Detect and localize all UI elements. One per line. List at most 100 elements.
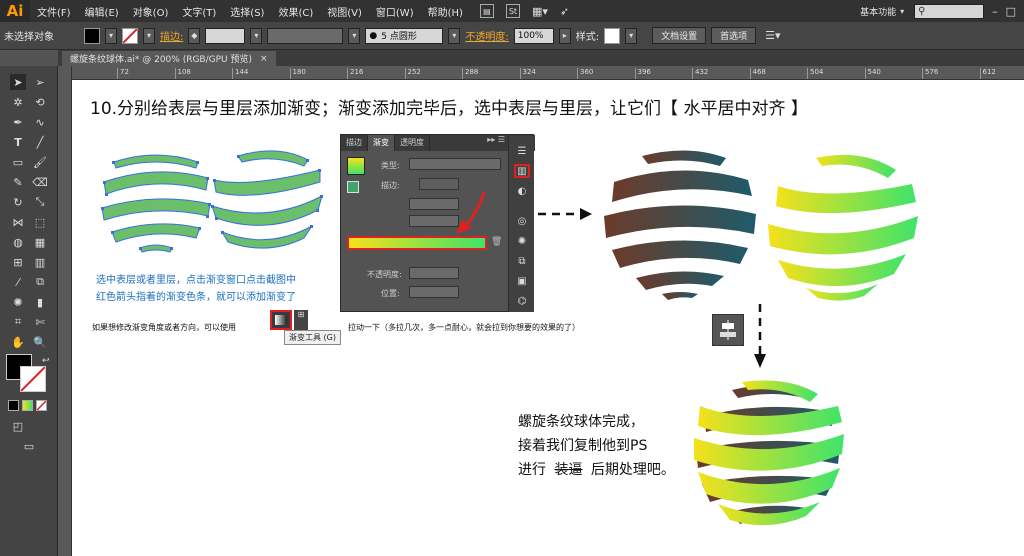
screen-mode-icon[interactable]: ▭ [21,438,37,454]
brush-dropdown[interactable]: ▾ [448,27,461,44]
dashed-arrow-down [754,304,766,368]
free-transform-tool-icon[interactable]: ⬚ [32,214,48,230]
menu-effect[interactable]: 效果(C) [271,4,320,19]
style-label: 样式: [575,32,600,43]
panel-menu-icon[interactable]: ☰▾ [765,29,780,42]
arrange-documents-icon[interactable]: ▦▾ [532,5,548,18]
menu-select[interactable]: 选择(S) [223,4,271,19]
tab-stroke: 描边 [341,135,368,151]
selection-tool-icon[interactable]: ➤ [10,74,26,90]
minimize-button[interactable]: – [992,5,998,18]
column-graph-tool-icon[interactable]: ▮ [32,294,48,310]
completion-caption: 螺旋条纹球体完成， 接着我们复制他到PS 进行 装逼 后期处理吧。 [518,410,675,482]
document-setup-button[interactable]: 文档设置 [652,27,707,44]
workspace-switcher[interactable]: 基本功能 [860,5,896,18]
opacity-label[interactable]: 不透明度: [465,28,508,43]
horizontal-ruler: 72 108 144 180 216 252 288 324 360 396 432 468 504 54… [72,66,1024,80]
stroke-weight-label[interactable]: 描边: [160,28,183,43]
eyedropper-tool-icon[interactable]: ⁄ [10,274,26,290]
ruler-tick-label: 504 [807,68,823,79]
menu-type[interactable]: 文字(T) [175,4,223,19]
menu-help[interactable]: 帮助(H) [421,4,470,19]
menu-object[interactable]: 对象(O) [126,4,176,19]
menu-edit[interactable]: 编辑(E) [78,4,126,19]
gradient-tool-button-screenshot [270,310,292,330]
stroke-options [419,178,459,190]
maximize-button[interactable]: □ [1006,5,1016,18]
width-tool-icon[interactable]: ⋈ [10,214,26,230]
perspective-grid-tool-icon[interactable]: ▦ [32,234,48,250]
artboard[interactable]: 10.分别给表层与里层添加渐变；渐变添加完毕后，选中表层与里层，让它们【 水平居… [72,80,1024,556]
stroke-color-box[interactable] [20,366,46,392]
slice-tool-icon[interactable]: ✄ [32,314,48,330]
pen-tool-icon[interactable]: ✒ [10,114,26,130]
brush-definition[interactable]: ● 5 点圆形 [365,27,444,44]
color-mode-button[interactable] [8,400,19,411]
blend-tool-icon[interactable]: ⧉ [32,274,48,290]
gradient-mode-button[interactable] [22,400,33,411]
fill-dropdown[interactable]: ▾ [105,27,117,44]
direct-selection-tool-icon[interactable]: ➢ [32,74,48,90]
type-tool-icon[interactable]: T [10,134,26,150]
ruler-tick-label: 432 [692,68,708,79]
magic-wand-tool-icon[interactable]: ✲ [10,94,26,110]
striped-sphere-outline-back[interactable] [208,146,324,254]
ruler-tick-label: 72 [117,68,129,79]
completion-line3: 进行 装逼 后期处理吧。 [518,458,675,482]
scale-tool-icon[interactable]: ⤡ [32,194,48,210]
completion-line3-struck: 装逼 [554,462,583,478]
final-spiral-sphere[interactable] [692,376,844,532]
draw-mode-icon[interactable]: ◰ [10,418,26,434]
bridge-icon[interactable]: ▤ [479,4,494,18]
chevron-down-icon[interactable]: ▾ [900,7,904,16]
ruler-tick-label: 180 [289,68,306,79]
sync-icon[interactable]: ➶ [560,5,569,18]
type-dropdown [409,158,501,170]
fill-swatch[interactable] [84,27,100,44]
preferences-button[interactable]: 首选项 [711,27,757,44]
eraser-tool-icon[interactable]: ⌫ [32,174,48,190]
artboard-tool-icon[interactable]: ⌗ [10,314,26,330]
instruction-note-line2: 红色箭头指着的渐变色条，就可以添加渐变了 [96,292,296,303]
opacity-dropdown[interactable]: ▸ [558,27,571,44]
profile-dropdown[interactable]: ▾ [348,27,361,44]
rotate-tool-icon[interactable]: ↻ [10,194,26,210]
opacity-label-panel: 不透明度: [367,270,402,279]
shape-builder-tool-icon[interactable]: ◍ [10,234,26,250]
menu-view[interactable]: 视图(V) [320,4,369,19]
stroke-swatch[interactable] [122,27,138,44]
menu-window[interactable]: 窗口(W) [369,4,421,19]
line-tool-icon[interactable]: ╱ [32,134,48,150]
red-arrow-indicator [456,191,486,234]
paintbrush-tool-icon[interactable]: 🖌 [32,154,48,170]
stock-icon[interactable]: St [505,4,520,18]
stroke-dropdown[interactable]: ▾ [143,27,155,44]
step-heading: 10.分别给表层与里层添加渐变；渐变添加完毕后，选中表层与里层，让它们【 水平居… [90,99,808,119]
striped-sphere-outline-front[interactable] [100,146,212,254]
variable-width-profile[interactable] [267,27,344,44]
document-tab[interactable]: 螺旋条纹球体.ai* @ 200% (RGB/GPU 预览) × [62,51,276,66]
stroke-weight-field[interactable] [205,27,246,44]
opacity-field[interactable]: 100% [513,27,554,44]
lasso-tool-icon[interactable]: ⟲ [32,94,48,110]
zoom-tool-icon[interactable]: 🔍 [32,334,48,350]
ruler-tick-label: 144 [232,68,248,79]
rectangle-tool-icon[interactable]: ▭ [10,154,26,170]
graphic-style-swatch[interactable] [604,27,621,44]
gradient-sphere-back-layer[interactable] [766,150,918,304]
search-input[interactable]: ⚲ [914,3,985,19]
style-dropdown[interactable]: ▾ [625,27,638,44]
mesh-tool-icon[interactable]: ⊞ [10,254,26,270]
curvature-tool-icon[interactable]: ∿ [32,114,48,130]
symbol-sprayer-tool-icon[interactable]: ✺ [10,294,26,310]
menu-file[interactable]: 文件(F) [30,4,78,19]
pencil-tool-icon[interactable]: ✎ [10,174,26,190]
close-icon[interactable]: × [260,54,268,64]
gradient-sphere-front-layer[interactable] [602,144,758,302]
swap-fill-stroke-icon[interactable]: ↩ [42,356,50,366]
gradient-tool-icon[interactable]: ▥ [32,254,48,270]
hand-tool-icon[interactable]: ✋ [10,334,26,350]
stroke-weight-stepper[interactable]: ◆ [188,27,201,44]
none-mode-button[interactable] [36,400,47,411]
stroke-weight-dropdown[interactable]: ▾ [250,27,263,44]
